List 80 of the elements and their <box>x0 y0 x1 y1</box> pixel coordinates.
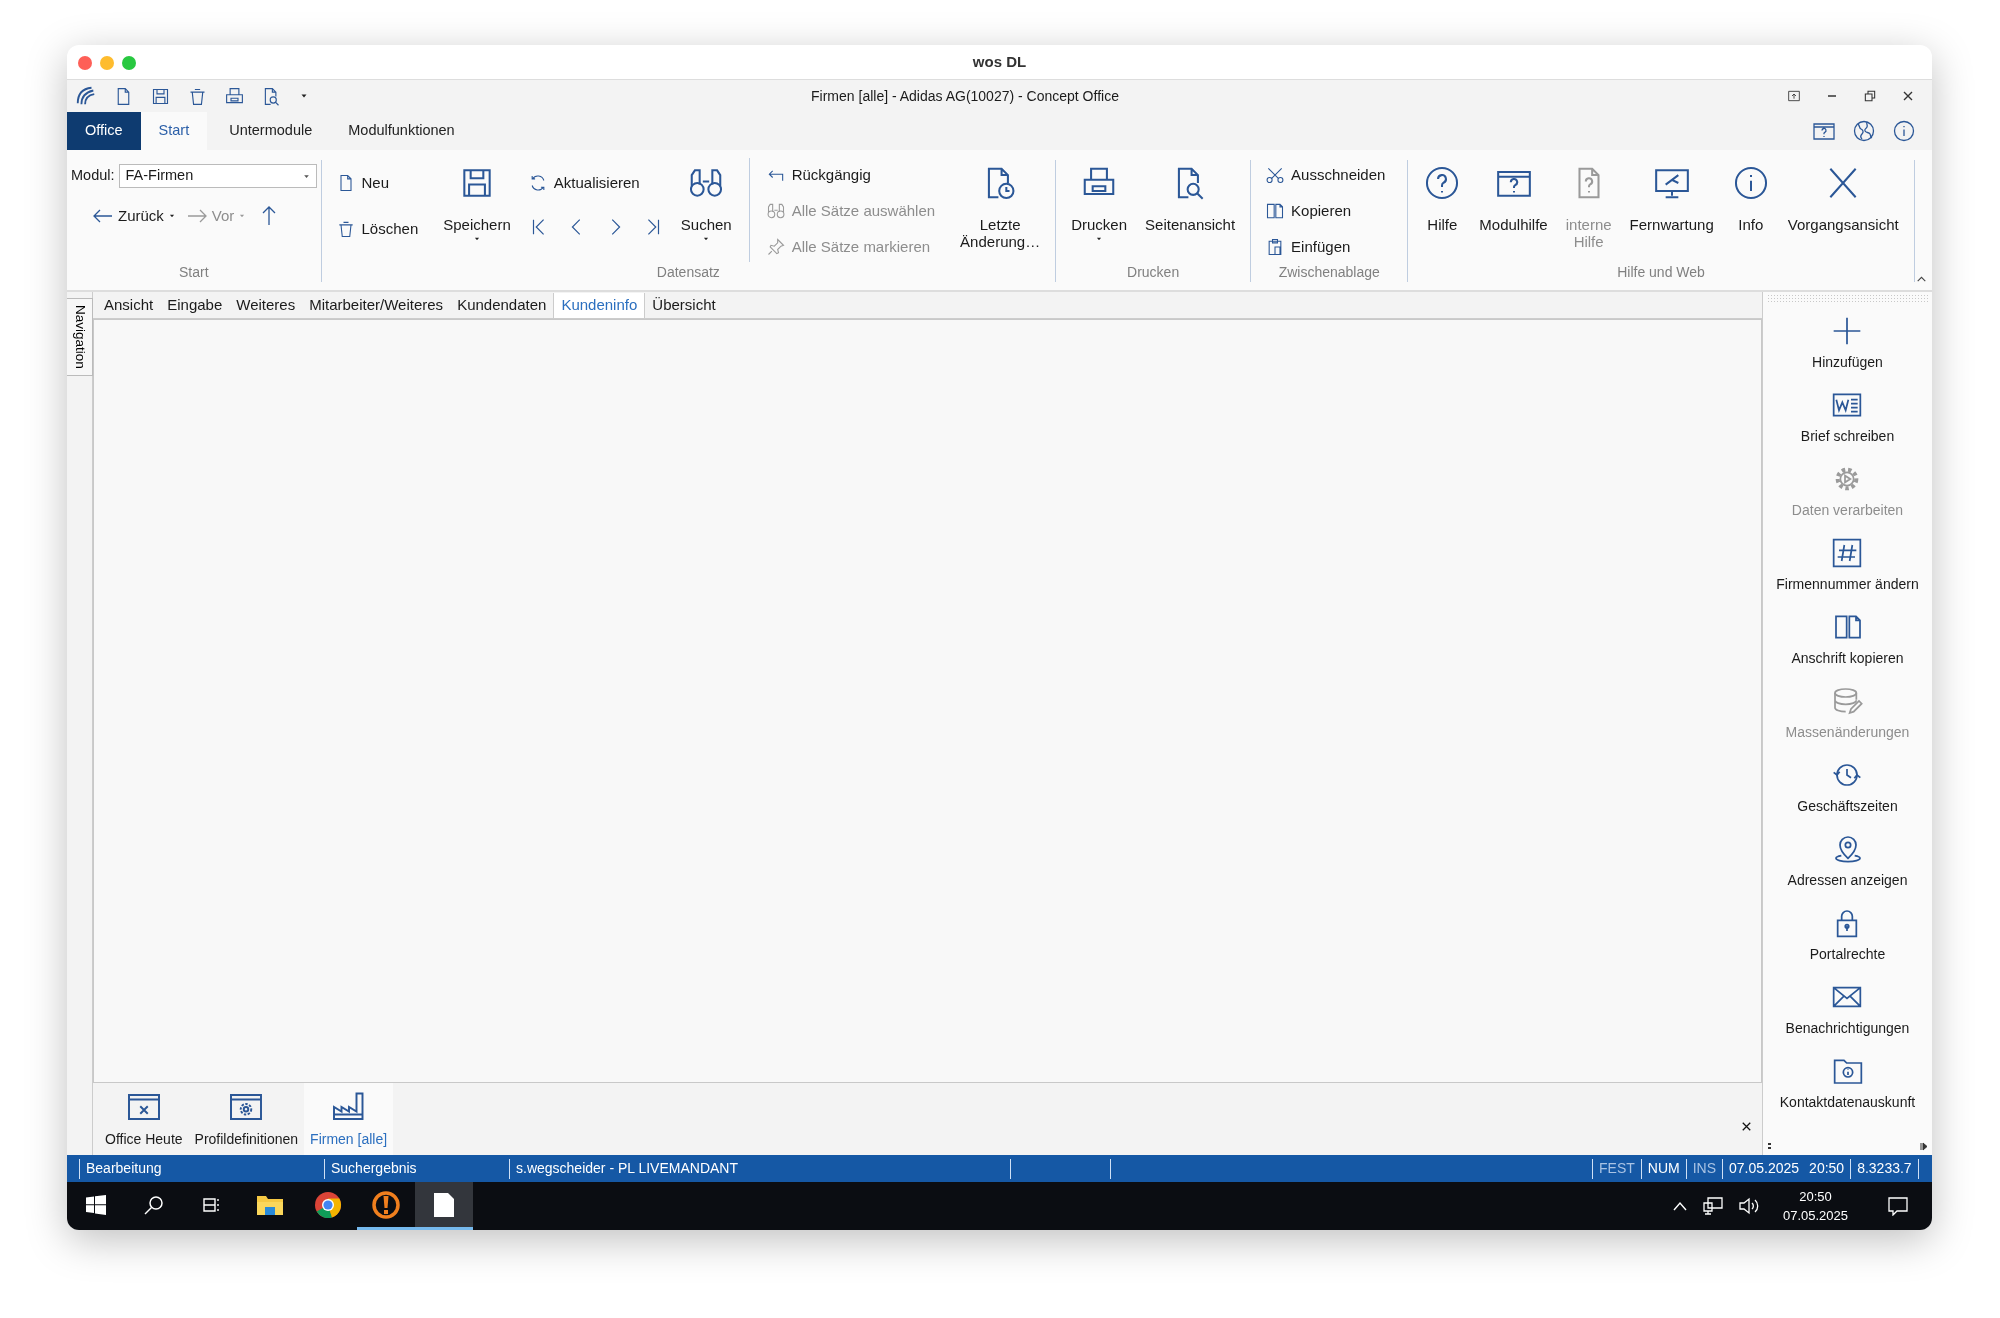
action-button[interactable]: Adressen anzeigen <box>1787 833 1908 907</box>
content-tab[interactable]: Übersicht <box>645 293 723 318</box>
notification-icon[interactable] <box>1888 1196 1908 1216</box>
close-light[interactable] <box>78 56 92 70</box>
speaker-icon[interactable] <box>1738 1197 1759 1215</box>
status-indicator: NUM <box>1647 1159 1680 1178</box>
status-indicator: FEST <box>1599 1159 1635 1178</box>
action-button[interactable]: Portalrechte <box>1809 907 1886 981</box>
app-logo-icon <box>75 85 97 107</box>
module-button[interactable]: Office Heute <box>99 1083 189 1155</box>
ribbon-button[interactable]: Rückgängig <box>757 160 944 190</box>
document-icon[interactable] <box>415 1182 473 1230</box>
ribbon-button[interactable]: Neu <box>327 170 427 196</box>
restore-up-icon[interactable] <box>1786 88 1802 104</box>
action-button[interactable]: Firmennummer ändern <box>1776 537 1919 611</box>
restore-window-icon[interactable] <box>1862 88 1878 104</box>
network-icon[interactable] <box>1702 1197 1723 1215</box>
content-tab[interactable]: Kundeninfo <box>553 293 646 318</box>
module-button[interactable]: Profildefinitionen <box>188 1083 305 1155</box>
ribbon-button[interactable]: Löschen <box>327 216 427 242</box>
status-time: 20:50 <box>1809 1159 1845 1178</box>
content-tab[interactable]: Eingabe <box>160 293 230 318</box>
status-date: 07.05.2025 <box>1729 1159 1800 1178</box>
action-button[interactable]: Hinzufügen <box>1812 315 1883 389</box>
group-label: Datensatz <box>655 263 721 282</box>
chevron-up-icon[interactable] <box>1672 1201 1687 1211</box>
status-text: Bearbeitung <box>86 1159 162 1178</box>
ribbon-button[interactable]: Seitenansicht <box>1136 160 1245 234</box>
ribbon-button[interactable]: Vorgangsansicht <box>1778 160 1908 234</box>
globe-icon[interactable] <box>1852 119 1876 143</box>
action-button[interactable]: Geschäftszeiten <box>1797 759 1898 833</box>
scroll-right-icon[interactable] <box>1920 1142 1928 1151</box>
ribbon-button[interactable]: Kopieren <box>1257 196 1394 226</box>
ribbon-button[interactable]: Suchen <box>671 160 741 245</box>
hash-icon <box>1831 537 1864 569</box>
ribbon-button[interactable]: Fernwartung <box>1620 160 1723 234</box>
group-label: Zwischenablage <box>1277 263 1381 282</box>
ribbon-tab[interactable]: Modulfunktionen <box>330 112 473 150</box>
clock-time: 20:50 <box>1798 1187 1833 1206</box>
content-tab[interactable]: Kundendaten <box>450 293 554 318</box>
ribbon-button[interactable]: Aktualisieren <box>519 170 664 196</box>
status-text: Suchergebnis <box>331 1159 417 1178</box>
group-label: Start <box>177 263 210 282</box>
action-button[interactable]: Brief schreiben <box>1800 389 1895 463</box>
content-tab[interactable]: Ansicht <box>97 293 161 318</box>
content-tab[interactable]: Mitarbeiter/Weiteres <box>302 293 451 318</box>
content-tab[interactable]: Weiteres <box>229 293 303 318</box>
module-label: Modul: <box>71 166 115 186</box>
ribbon-button[interactable]: Letzte Änderung… <box>951 160 1050 251</box>
ribbon-button[interactable]: Drucken <box>1062 160 1137 245</box>
action-button[interactable]: Kontaktdatenauskunft <box>1779 1055 1916 1129</box>
status-text: s.wegscheider - PL LIVEMANDANT <box>516 1159 738 1178</box>
info-icon[interactable] <box>1892 119 1916 143</box>
group-label: Drucken <box>1126 263 1181 282</box>
scissors-icon <box>1265 165 1286 185</box>
ribbon-button[interactable]: Speichern <box>434 160 520 245</box>
module-select[interactable]: FA-Firmen <box>118 164 317 188</box>
back-button[interactable]: Zurück <box>87 204 181 228</box>
ribbon-button[interactable]: Modulhilfe <box>1470 160 1557 234</box>
ribbon-button[interactable]: Hilfe <box>1414 160 1471 234</box>
group-label: Hilfe und Web <box>1616 263 1706 282</box>
resize-grip-icon[interactable] <box>1767 1142 1773 1150</box>
ribbon-button[interactable]: Einfügen <box>1257 232 1394 262</box>
ribbon-tab[interactable]: Start <box>140 112 208 150</box>
app-title: Firmen [alle] - Adidas AG(10027) - Concept Office <box>810 86 1120 106</box>
navigation-tab[interactable]: Navigation <box>67 298 93 376</box>
ribbon-button[interactable]: Info <box>1722 160 1779 234</box>
window-title: wos DL <box>972 51 1027 72</box>
binoculars-icon <box>765 201 786 221</box>
action-button[interactable]: Anschrift kopieren <box>1791 611 1904 685</box>
database-pencil-icon <box>1831 685 1864 717</box>
status-version: 8.3233.7 <box>1857 1159 1912 1178</box>
status-indicator: INS <box>1692 1159 1716 1178</box>
copy-icon <box>1265 201 1286 221</box>
ribbon-tab[interactable]: Untermodule <box>211 112 331 150</box>
module-button[interactable]: Firmen [alle] <box>304 1083 394 1155</box>
action-button[interactable]: Benachrichtigungen <box>1785 981 1910 1055</box>
ribbon-button[interactable]: Ausschneiden <box>1257 160 1394 190</box>
clock-date: 07.05.2025 <box>1782 1207 1848 1225</box>
file-tab[interactable]: Office <box>67 112 141 150</box>
